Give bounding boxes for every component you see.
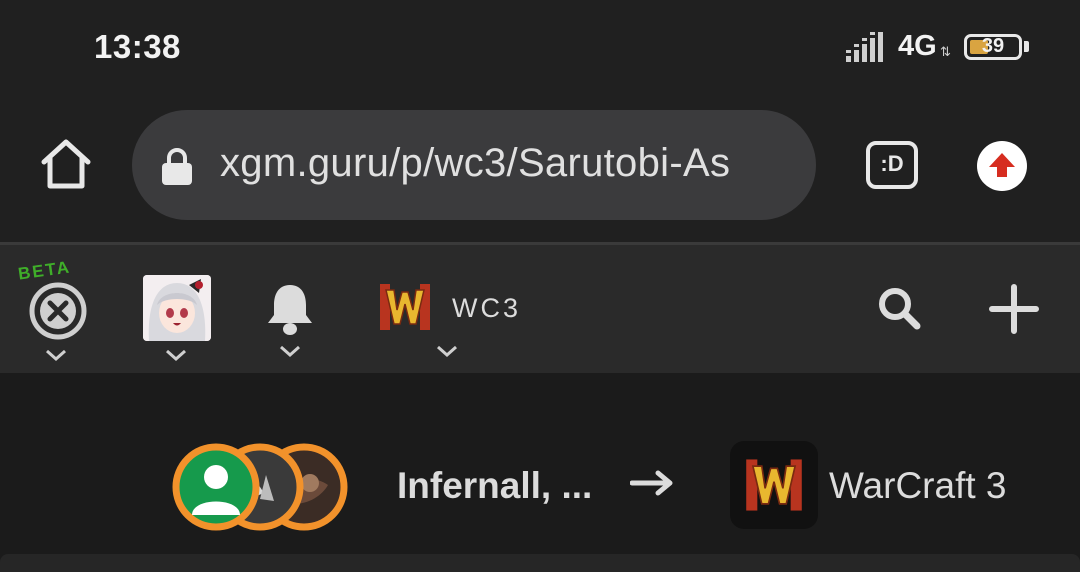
arrow-right-icon	[630, 470, 673, 496]
plus-icon[interactable]	[988, 283, 1040, 335]
post-header: Infernall, ... WarCraft 3	[0, 373, 1080, 572]
warcraft-logo-icon[interactable]	[378, 280, 432, 334]
chevron-down-icon[interactable]	[279, 345, 301, 357]
tabs-label: :D	[880, 151, 904, 176]
battery-icon: 39	[964, 34, 1022, 60]
user-avatar[interactable]	[143, 275, 211, 341]
network-type: 4G	[898, 30, 937, 62]
close-circle-icon[interactable]	[28, 281, 88, 341]
warcraft-logo-icon	[746, 459, 802, 511]
bell-icon[interactable]	[264, 281, 316, 337]
url-text[interactable]: xgm.guru/p/wc3/Sarutobi-As	[220, 141, 730, 186]
site-nav: BETA WC3	[0, 245, 1080, 373]
search-icon[interactable]	[876, 285, 922, 331]
home-icon[interactable]	[38, 136, 94, 192]
tabs-button[interactable]: :D	[866, 141, 918, 189]
content-card-edge	[0, 554, 1080, 572]
signal-icon	[846, 32, 883, 62]
status-bar: 13:38 4G ⇅ 39	[0, 0, 1080, 96]
lock-icon	[162, 148, 192, 185]
game-name[interactable]: WarCraft 3	[829, 465, 1006, 507]
battery-percent: 39	[981, 35, 1005, 57]
author-avatars[interactable]	[170, 439, 355, 535]
data-activity-icon: ⇅	[940, 44, 951, 59]
chevron-down-icon[interactable]	[45, 349, 67, 361]
section-label[interactable]: WC3	[452, 293, 521, 324]
update-arrow-icon	[989, 153, 1015, 177]
chevron-down-icon[interactable]	[436, 345, 458, 357]
status-time: 13:38	[94, 28, 181, 65]
battery-tip	[1024, 41, 1029, 52]
chevron-down-icon[interactable]	[165, 349, 187, 361]
author-names[interactable]: Infernall, ...	[397, 465, 592, 507]
anime-avatar-image	[143, 275, 211, 341]
address-bar[interactable]: xgm.guru/p/wc3/Sarutobi-As	[132, 110, 816, 220]
browser-toolbar: xgm.guru/p/wc3/Sarutobi-As :D	[0, 96, 1080, 242]
game-logo[interactable]	[730, 441, 818, 529]
update-button[interactable]	[977, 141, 1027, 191]
